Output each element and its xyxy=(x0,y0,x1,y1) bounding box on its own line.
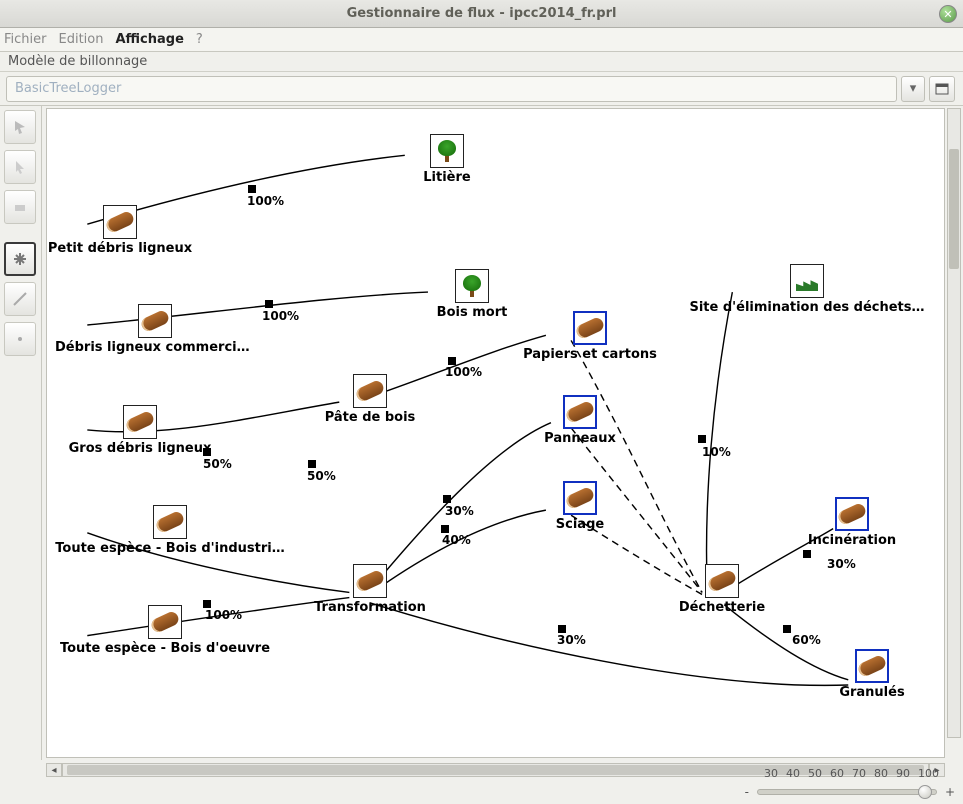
edge-marker xyxy=(803,550,811,558)
edge-label: 30% xyxy=(445,504,474,518)
zoom-knob[interactable] xyxy=(918,785,932,799)
window-title: Gestionnaire de flux - ipcc2014_fr.prl xyxy=(347,6,617,21)
logger-combo-row: BasicTreeLogger ▾ xyxy=(0,72,963,106)
scrollbar-thumb[interactable] xyxy=(949,149,959,269)
edge-label: 50% xyxy=(203,457,232,471)
node-panneaux[interactable]: Panneaux xyxy=(515,395,645,446)
zoom-ticks: 30 40 50 60 70 80 90 100 xyxy=(764,767,939,780)
log-icon xyxy=(154,510,185,535)
panel-section-label: Modèle de billonnage xyxy=(0,52,963,72)
edge-label: 100% xyxy=(445,365,482,379)
log-icon xyxy=(574,316,605,341)
zoom-slider[interactable] xyxy=(757,789,937,795)
zoom-plus[interactable]: + xyxy=(945,785,955,799)
node-sciage[interactable]: Sciage xyxy=(515,481,645,532)
zoom-tick: 40 xyxy=(786,767,800,780)
edge-marker xyxy=(441,525,449,533)
log-icon xyxy=(104,210,135,235)
log-icon xyxy=(354,379,385,404)
tool-pan[interactable] xyxy=(4,242,36,276)
node-gros-debris[interactable]: Gros débris ligneux xyxy=(55,405,225,456)
zoom-tick: 90 xyxy=(896,767,910,780)
menubar: Fichier Edition Affichage ? xyxy=(0,28,963,52)
log-icon xyxy=(706,569,737,594)
node-dechetterie[interactable]: Déchetterie xyxy=(657,564,787,615)
tool-pointer[interactable] xyxy=(4,150,36,184)
logger-settings-button[interactable] xyxy=(929,76,955,102)
menu-edition[interactable]: Edition xyxy=(59,32,104,47)
log-icon xyxy=(124,410,155,435)
footer: - + xyxy=(0,780,963,804)
node-industrie[interactable]: Toute espèce - Bois d'industri… xyxy=(55,505,285,556)
logger-combo-dropdown[interactable]: ▾ xyxy=(901,76,925,102)
logger-combo-value: BasicTreeLogger xyxy=(15,81,121,96)
log-icon xyxy=(564,486,595,511)
node-site-elim[interactable]: Site d'élimination des déchets… xyxy=(677,264,937,315)
zoom-tick: 100 xyxy=(918,767,939,780)
tool-node[interactable] xyxy=(4,190,36,224)
tool-dot[interactable] xyxy=(4,322,36,356)
edge-label: 100% xyxy=(247,194,284,208)
log-icon xyxy=(149,610,180,635)
menu-affichage[interactable]: Affichage xyxy=(115,32,183,47)
edge-label: 50% xyxy=(307,469,336,483)
close-icon[interactable]: ✕ xyxy=(939,5,957,23)
zoom-minus[interactable]: - xyxy=(745,785,749,799)
tool-palette xyxy=(0,106,42,760)
canvas[interactable]: 100% 100% 100% 100% 10% 50% 50% 30% 40% … xyxy=(46,108,945,758)
edge-marker xyxy=(698,435,706,443)
zoom-tick: 70 xyxy=(852,767,866,780)
node-oeuvre[interactable]: Toute espèce - Bois d'oeuvre xyxy=(55,605,275,656)
edge-marker xyxy=(783,625,791,633)
logger-combo[interactable]: BasicTreeLogger xyxy=(6,76,897,102)
menu-help[interactable]: ? xyxy=(196,32,203,47)
node-papiers[interactable]: Papiers et cartons xyxy=(515,311,665,362)
node-transformation[interactable]: Transformation xyxy=(305,564,435,615)
node-debris-comm[interactable]: Débris ligneux commerciaux xyxy=(55,304,255,355)
zoom-tick: 60 xyxy=(830,767,844,780)
edge-label: 10% xyxy=(702,445,731,459)
tool-link[interactable] xyxy=(4,282,36,316)
log-icon xyxy=(836,502,867,527)
edge-marker xyxy=(448,357,456,365)
tree-icon xyxy=(463,275,481,297)
node-pate[interactable]: Pâte de bois xyxy=(305,374,435,425)
hscroll-left[interactable]: ◂ xyxy=(46,763,62,777)
log-icon xyxy=(354,569,385,594)
edge-marker xyxy=(265,300,273,308)
node-litiere[interactable]: Litière xyxy=(382,134,512,185)
tool-select[interactable] xyxy=(4,110,36,144)
log-icon xyxy=(564,400,595,425)
edge-label: 30% xyxy=(827,557,856,571)
zoom-tick: 30 xyxy=(764,767,778,780)
edge-label: 40% xyxy=(442,533,471,547)
node-petit-debris[interactable]: Petit débris ligneux xyxy=(55,205,185,256)
edge-marker xyxy=(308,460,316,468)
zoom-tick: 50 xyxy=(808,767,822,780)
edge-label: 30% xyxy=(557,633,586,647)
edge-label: 100% xyxy=(262,309,299,323)
vertical-scrollbar[interactable] xyxy=(947,108,961,738)
log-icon xyxy=(856,654,887,679)
titlebar: Gestionnaire de flux - ipcc2014_fr.prl ✕ xyxy=(0,0,963,28)
edge-marker xyxy=(443,495,451,503)
tree-icon xyxy=(438,140,456,162)
menu-fichier[interactable]: Fichier xyxy=(4,32,47,47)
log-icon xyxy=(139,309,170,334)
edge-marker xyxy=(248,185,256,193)
edge-label: 60% xyxy=(792,633,821,647)
node-incineration[interactable]: Incinération xyxy=(787,497,917,548)
zoom-tick: 80 xyxy=(874,767,888,780)
main-area: 100% 100% 100% 100% 10% 50% 50% 30% 40% … xyxy=(0,106,963,760)
factory-icon xyxy=(796,271,818,291)
window-icon xyxy=(934,81,950,97)
node-granules[interactable]: Granulés xyxy=(807,649,937,700)
edge-marker xyxy=(558,625,566,633)
